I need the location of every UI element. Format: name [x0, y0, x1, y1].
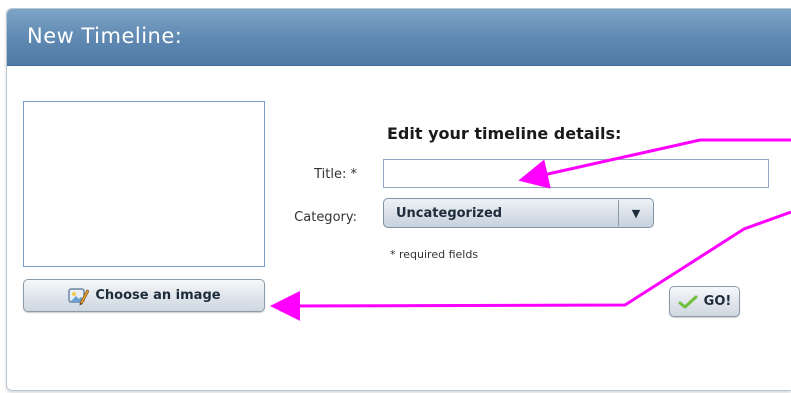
category-select[interactable]: Uncategorized ▼ — [383, 198, 654, 228]
go-label: GO! — [703, 294, 732, 309]
choose-image-label: Choose an image — [95, 288, 221, 303]
image-preview-box — [23, 101, 265, 267]
triangle-down-icon[interactable]: ▼ — [619, 207, 653, 220]
go-button[interactable]: GO! — [669, 286, 740, 317]
category-label: Category: — [294, 210, 357, 225]
choose-image-button[interactable]: Choose an image — [23, 279, 265, 312]
pencil-picture-icon — [67, 286, 90, 306]
dialog-header: New Timeline: — [7, 9, 791, 66]
required-fields-note: * required fields — [390, 248, 479, 261]
dialog-title: New Timeline: — [27, 24, 183, 48]
title-label: Title: * — [314, 167, 357, 182]
title-input[interactable] — [383, 159, 769, 188]
form-heading: Edit your timeline details: — [387, 124, 622, 143]
category-selected-value: Uncategorized — [396, 205, 503, 221]
checkmark-icon — [678, 295, 698, 309]
